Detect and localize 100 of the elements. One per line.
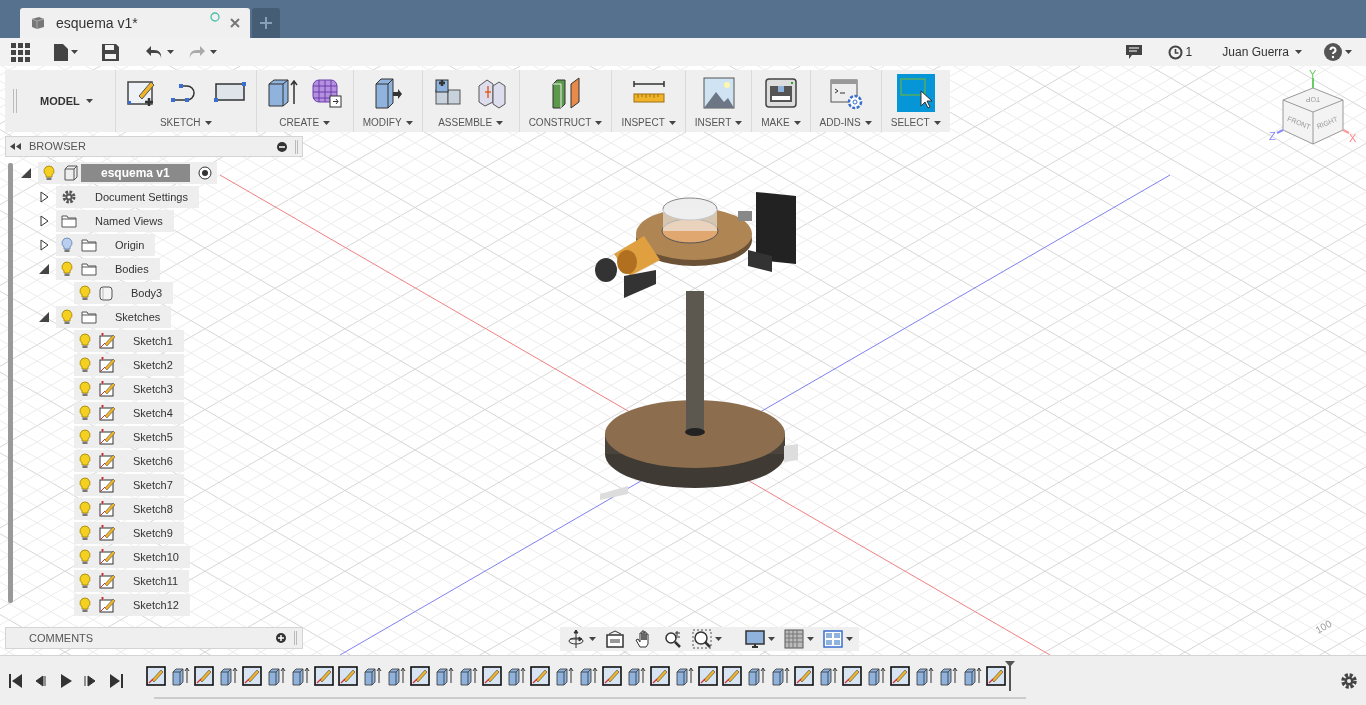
sketch-feature-icon[interactable]	[194, 665, 214, 686]
group-menu[interactable]: INSERT	[694, 115, 743, 130]
tree-item[interactable]: Sketch7	[74, 474, 184, 496]
lit-bulb-icon[interactable]	[79, 285, 91, 301]
expanded-arrow-icon[interactable]	[39, 312, 49, 322]
extrude-feature-icon[interactable]	[386, 665, 406, 686]
caret-icon[interactable]	[405, 120, 413, 125]
sketch-feature-icon[interactable]	[650, 665, 670, 686]
last-step-icon[interactable]	[108, 672, 124, 689]
lit-bulb-icon[interactable]	[79, 501, 91, 517]
caret-icon[interactable]	[496, 120, 504, 125]
view-tool-button[interactable]	[566, 629, 596, 649]
extrude-feature-icon[interactable]	[962, 665, 982, 686]
caret-icon[interactable]	[589, 637, 596, 641]
sketch-feature-icon[interactable]	[842, 665, 862, 686]
collapsed-arrow-icon[interactable]	[39, 239, 49, 251]
sketch-feature-icon[interactable]	[338, 665, 358, 686]
lit-bulb-icon[interactable]	[79, 549, 91, 565]
group-menu[interactable]: SKETCH	[159, 115, 212, 130]
group-menu[interactable]: CREATE	[279, 115, 331, 130]
tree-item[interactable]: Sketch4	[74, 402, 184, 424]
caret-icon[interactable]	[864, 120, 872, 125]
caret-icon[interactable]	[846, 637, 853, 641]
tree-item[interactable]: Origin	[56, 234, 156, 256]
comment-icon[interactable]	[1125, 44, 1142, 60]
play-icon[interactable]	[58, 672, 74, 689]
caret-icon[interactable]	[933, 120, 941, 125]
collapse-icon[interactable]	[10, 143, 21, 150]
caret-icon[interactable]	[210, 50, 217, 54]
extrude-feature-icon[interactable]	[362, 665, 382, 686]
extrude-feature-icon[interactable]	[458, 665, 478, 686]
first-step-icon[interactable]	[8, 672, 24, 689]
caret-icon[interactable]	[715, 637, 722, 641]
tree-item[interactable]: Sketch12	[74, 594, 190, 616]
extrude-feature-icon[interactable]	[170, 665, 190, 686]
caret-icon[interactable]	[735, 120, 743, 125]
tree-item[interactable]: Body3	[74, 282, 174, 304]
sketch-feature-icon[interactable]	[482, 665, 502, 686]
help-button[interactable]	[1324, 43, 1352, 61]
extrude-feature-icon[interactable]	[866, 665, 886, 686]
lit-bulb-icon[interactable]	[61, 309, 73, 325]
app-grid-icon[interactable]	[10, 42, 30, 62]
tree-item[interactable]: Sketch1	[74, 330, 184, 352]
scrollbar[interactable]	[8, 163, 13, 603]
group-menu[interactable]: SELECT	[890, 115, 941, 130]
lit-bulb-icon[interactable]	[43, 165, 55, 181]
sketch-feature-icon[interactable]	[314, 665, 334, 686]
settings-icon[interactable]	[1340, 671, 1358, 690]
caret-icon[interactable]	[595, 120, 603, 125]
tool-button[interactable]	[896, 74, 935, 112]
tree-item[interactable]: Sketches	[56, 306, 172, 328]
sketch-feature-icon[interactable]	[794, 665, 814, 686]
step-back-icon[interactable]	[33, 672, 49, 689]
group-menu[interactable]: ADD-INS	[819, 115, 872, 130]
tree-item[interactable]: Sketch10	[74, 546, 190, 568]
caret-icon[interactable]	[793, 120, 801, 125]
caret-icon[interactable]	[167, 50, 174, 54]
extrude-feature-icon[interactable]	[938, 665, 958, 686]
sketch-feature-icon[interactable]	[722, 665, 742, 686]
caret-icon[interactable]	[85, 99, 93, 103]
expanded-arrow-icon[interactable]	[39, 264, 49, 274]
lit-bulb-icon[interactable]	[79, 477, 91, 493]
resize-handle[interactable]	[294, 631, 297, 645]
lit-bulb-icon[interactable]	[79, 405, 91, 421]
view-tool-button[interactable]	[692, 629, 722, 649]
tree-item[interactable]: Document Settings	[56, 186, 199, 208]
tree-item[interactable]: Named Views	[56, 210, 174, 232]
caret-icon[interactable]	[1345, 50, 1352, 54]
sketch-feature-icon[interactable]	[530, 665, 550, 686]
extrude-feature-icon[interactable]	[554, 665, 574, 686]
file-menu-button[interactable]	[54, 43, 78, 61]
extrude-feature-icon[interactable]	[578, 665, 598, 686]
caret-icon[interactable]	[668, 120, 676, 125]
tree-item[interactable]: Sketch5	[74, 426, 184, 448]
tree-item[interactable]: Sketch11	[74, 570, 190, 592]
unlit-bulb-icon[interactable]	[61, 237, 73, 253]
lit-bulb-icon[interactable]	[79, 573, 91, 589]
extrude-feature-icon[interactable]	[770, 665, 790, 686]
sketch-feature-icon[interactable]	[410, 665, 430, 686]
sketch-feature-icon[interactable]	[890, 665, 910, 686]
sketch-feature-icon[interactable]	[602, 665, 622, 686]
extrude-feature-icon[interactable]	[818, 665, 838, 686]
extrude-feature-icon[interactable]	[290, 665, 310, 686]
resize-handle[interactable]	[295, 139, 298, 154]
collapsed-arrow-icon[interactable]	[39, 215, 49, 227]
view-tool-button[interactable]	[663, 629, 683, 649]
view-tool-button[interactable]	[605, 629, 625, 649]
tree-item[interactable]: Sketch8	[74, 498, 184, 520]
caret-icon[interactable]	[807, 637, 814, 641]
caret-icon[interactable]	[768, 637, 775, 641]
job-status-button[interactable]: 1	[1167, 43, 1193, 61]
extrude-feature-icon[interactable]	[746, 665, 766, 686]
extrude-feature-icon[interactable]	[674, 665, 694, 686]
lit-bulb-icon[interactable]	[61, 261, 73, 277]
grip-handle[interactable]	[13, 89, 17, 113]
timeline-marker[interactable]	[1004, 660, 1016, 691]
close-icon[interactable]	[230, 18, 240, 28]
tree-item[interactable]: Sketch6	[74, 450, 184, 472]
extrude-feature-icon[interactable]	[626, 665, 646, 686]
tree-item[interactable]: Sketch3	[74, 378, 184, 400]
